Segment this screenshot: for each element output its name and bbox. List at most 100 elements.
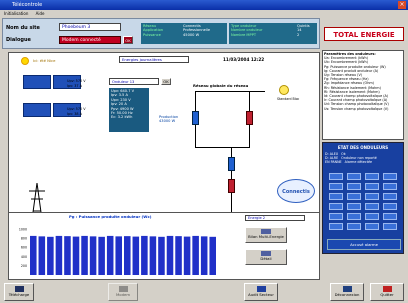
- chart-energy-select[interactable]: Energie 2: [245, 215, 305, 221]
- power-bar-chart: 1000 800 600 400 200: [19, 228, 216, 275]
- y-tick-label: 400: [21, 255, 27, 259]
- y-tick-label: 800: [21, 237, 27, 241]
- menu-item-initialisation[interactable]: Initialisation: [4, 11, 28, 16]
- network-info-box: Réseau Connectis Application Professionn…: [141, 23, 227, 44]
- inverter-status-cell[interactable]: [329, 173, 343, 180]
- inverter-status-cell[interactable]: [347, 183, 361, 190]
- close-icon[interactable]: ×: [398, 1, 406, 9]
- inverter-stats-box: Upv: 640.7 V Ipv: 3.5 A Upv: 230 V Ipv: …: [109, 88, 149, 132]
- bilan-multi-energie-button[interactable]: Bilan Multi-Energie: [245, 227, 287, 243]
- network-bus: [195, 91, 265, 92]
- window-titlebar: Télécontrole ×: [0, 0, 408, 10]
- energy-select[interactable]: Energies journalières: [119, 56, 189, 63]
- inverter-status-cell[interactable]: [347, 193, 361, 200]
- chart-bar: [158, 236, 165, 275]
- panel-reading: Ipv: 38 A: [67, 112, 82, 116]
- inverter-status-cell[interactable]: [329, 193, 343, 200]
- panel-reading: Upv: 570 V: [67, 79, 86, 83]
- chart-bar: [200, 236, 208, 275]
- bottom-toolbar: Télécharge Modem Audit Secteur Déconnexi…: [0, 282, 408, 303]
- inverter-status-cell[interactable]: [383, 203, 397, 210]
- chart-bar: [132, 236, 140, 275]
- lightbulb-icon: [279, 85, 289, 95]
- inverter-status-cell[interactable]: [383, 213, 397, 220]
- deconnexion-button[interactable]: Déconnexion: [330, 283, 364, 301]
- chart-bar: [38, 236, 46, 275]
- dialog-status-field: Modem connecté: [59, 36, 121, 44]
- panel-reading: Upv: 570 V: [67, 107, 86, 111]
- chart-bar: [106, 235, 114, 275]
- inverter-status-cell[interactable]: [365, 183, 379, 190]
- connectis-logo: Connectis: [277, 179, 315, 203]
- weather-text: Ici: été Nice: [33, 58, 56, 63]
- y-tick-label: 1000: [19, 228, 27, 232]
- telecharge-button[interactable]: Télécharge: [4, 283, 34, 301]
- solar-panel: [23, 103, 51, 117]
- detail-button[interactable]: Détail: [245, 249, 287, 265]
- standard-label: Standard Bloc: [277, 97, 300, 101]
- chart-bar: [64, 236, 71, 275]
- site-info-panel: Nom du site Phoebeum 3 Dialogue Modem co…: [2, 18, 320, 49]
- audit-secteur-button[interactable]: Audit Secteur: [244, 283, 278, 301]
- chart-bar: [30, 235, 37, 275]
- chart-title: Pg : Puissance produite onduleur (Wc): [69, 214, 152, 219]
- inverter-status-cell[interactable]: [329, 223, 343, 230]
- chart-bar: [183, 236, 191, 275]
- meter-icon: [228, 179, 235, 193]
- menu-bar: Initialisation Aide: [0, 10, 408, 17]
- total-energie-logo: TOTAL ENERGIE: [324, 27, 404, 41]
- etat-title: ETAT DES ONDULEURS: [337, 145, 389, 150]
- chart-bar: [141, 235, 148, 275]
- chart-bar: [209, 236, 216, 275]
- production-value: Production 43000 W: [159, 115, 179, 123]
- solar-panel: [23, 75, 51, 89]
- site-name-field[interactable]: Phoebeum 3: [59, 23, 121, 31]
- inverter-parameters-panel: Paramètres des onduleurs: Ua: Encombreme…: [322, 50, 404, 140]
- inverter-status-cell[interactable]: [347, 173, 361, 180]
- chart-bar: [175, 236, 182, 275]
- window-title: Télécontrole: [12, 2, 43, 8]
- quitter-button[interactable]: Quitter: [370, 283, 404, 301]
- parameter-item: Us: Tension champ photovoltaïque (V): [324, 106, 389, 111]
- dialog-label: Dialogue: [6, 37, 31, 43]
- inverter-status-cell[interactable]: [347, 223, 361, 230]
- inverter-info-box: Type onduleur Quintis Nombre onduleur 14…: [229, 23, 317, 44]
- inverter-status-cell[interactable]: [365, 173, 379, 180]
- inverter-status-cell[interactable]: [365, 193, 379, 200]
- status-legend-item: EN PANNE Alarme détectée: [325, 160, 373, 165]
- inverter-status-cell[interactable]: [365, 203, 379, 210]
- dialog-ok-button[interactable]: OK: [123, 36, 133, 44]
- chart-bar: [192, 235, 199, 275]
- inverter-status-panel: ETAT DES ONDULEURS D: ALEX Ok D: ALRE Ondul…: [322, 142, 404, 254]
- chart-bar: [124, 236, 131, 275]
- sun-icon: [21, 57, 29, 65]
- inverter-status-cell[interactable]: [329, 183, 343, 190]
- inverter-status-cell[interactable]: [383, 193, 397, 200]
- meter-icon: [228, 157, 235, 171]
- power-chart-panel: Pg : Puissance produite onduleur (Wc) 10…: [8, 212, 320, 280]
- inverter-status-cell[interactable]: [347, 203, 361, 210]
- inverter-status-cell[interactable]: [383, 173, 397, 180]
- site-label: Nom du site: [6, 25, 40, 31]
- modem-button[interactable]: Modem: [108, 283, 138, 301]
- inverter-status-cell[interactable]: [329, 203, 343, 210]
- chart-bar: [166, 235, 174, 275]
- chart-bar: [98, 236, 105, 275]
- chart-bar: [72, 236, 80, 275]
- network-bus: [195, 147, 250, 148]
- inverter-select[interactable]: Onduleur 13: [109, 78, 159, 85]
- chart-bar: [89, 236, 97, 275]
- inverter-status-cell[interactable]: [347, 213, 361, 220]
- inverter-status-cell[interactable]: [329, 213, 343, 220]
- menu-item-aide[interactable]: Aide: [36, 11, 45, 16]
- inverter-status-cell[interactable]: [383, 223, 397, 230]
- inverter-status-cell[interactable]: [365, 223, 379, 230]
- network-label: Réseau globale du réseau: [193, 83, 249, 88]
- inverter-status-cell[interactable]: [365, 213, 379, 220]
- y-tick-label: 600: [21, 246, 27, 250]
- chart-bar: [47, 236, 54, 275]
- acknowledge-alarm-button[interactable]: Accusé alarme: [327, 239, 401, 250]
- inverter-ok-button[interactable]: OK: [161, 78, 171, 85]
- inverter-status-cell[interactable]: [383, 183, 397, 190]
- y-tick-label: 200: [21, 264, 27, 268]
